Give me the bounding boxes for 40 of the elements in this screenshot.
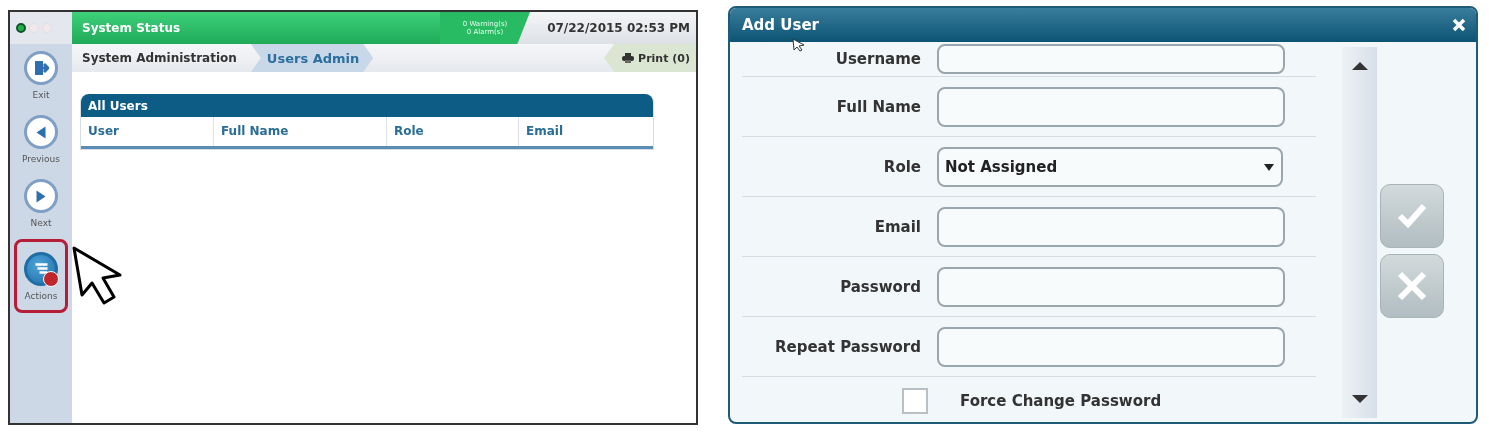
input-field[interactable] [937, 326, 1285, 367]
actions-icon [34, 263, 48, 274]
checkbox[interactable] [902, 388, 928, 414]
scrollbar[interactable] [1342, 47, 1377, 418]
field-label: Email [873, 217, 922, 236]
next-icon [36, 189, 46, 203]
input-field[interactable] [937, 44, 1285, 74]
date-time: 07/22/2015 02:53 PM [518, 12, 696, 44]
role-dropdown[interactable]: Not Assigned [937, 146, 1283, 187]
print-button[interactable]: Print (0) [604, 44, 696, 72]
checkbox-label: Force Change Password [960, 392, 1162, 410]
breadcrumb-tab[interactable]: System Administration [72, 44, 251, 72]
table-title: All Users [81, 94, 653, 117]
field-label: Password [839, 277, 922, 296]
previous-icon [36, 125, 46, 139]
status-title: System Status [72, 12, 440, 44]
breadcrumb-tab[interactable]: Users Admin [250, 44, 374, 72]
column-header: User [87, 123, 120, 140]
down-arrow-icon [1351, 395, 1368, 403]
close-button[interactable] [1452, 18, 1466, 32]
field-label: Repeat Password [774, 337, 922, 356]
field-label: Role [882, 157, 922, 176]
sidebar-button[interactable]: Previous [21, 115, 60, 179]
column-header: Full Name [213, 117, 386, 146]
cursor-icon [792, 38, 806, 52]
badge-icon [43, 270, 59, 287]
up-arrow-icon [1351, 62, 1368, 70]
input-field[interactable] [937, 206, 1285, 247]
input-field[interactable] [937, 266, 1285, 307]
dropdown-arrow-icon [1263, 161, 1275, 172]
printer-icon [622, 53, 635, 63]
dialog-title: Add User [742, 16, 819, 34]
field-label: Full Name [835, 97, 922, 116]
field-label: Username [834, 50, 922, 68]
input-field[interactable] [937, 86, 1285, 127]
column-header: Role [386, 117, 518, 146]
exit-icon [33, 60, 49, 76]
column-header: Email [518, 117, 653, 146]
close-icon [1452, 18, 1466, 32]
sidebar-button[interactable]: Actions [14, 239, 68, 313]
